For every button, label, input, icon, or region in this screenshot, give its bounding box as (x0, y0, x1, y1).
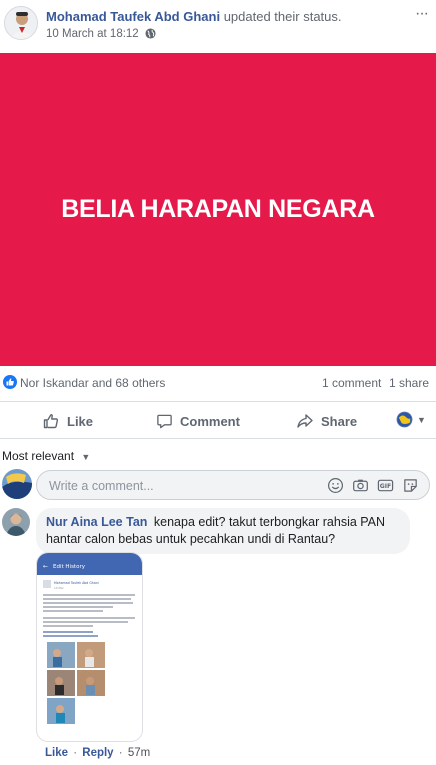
comment-sort-dropdown[interactable]: Most relevant ▼ (2, 449, 90, 463)
post-timestamp-row: 10 March at 18:12 (46, 27, 156, 43)
separator-dot: · (118, 747, 123, 759)
gif-icon[interactable]: GIF (377, 477, 394, 494)
post-header: Mohamad Taufek Abd Ghani updated their s… (0, 0, 436, 50)
comment-bubble: Nur Aina Lee Tan kenapa edit? takut terb… (36, 508, 410, 554)
comment-label: Comment (180, 413, 240, 429)
commenter-avatar[interactable] (2, 508, 30, 536)
comment-like-link[interactable]: Like (45, 747, 68, 759)
comment-composer: GIF (36, 470, 430, 500)
status-card: BELIA HARAPAN NEGARA (0, 53, 436, 366)
comment-age[interactable]: 57m (128, 747, 150, 759)
divider (0, 401, 436, 402)
sticker-icon[interactable] (402, 477, 419, 494)
current-user-avatar[interactable] (2, 469, 32, 499)
image-poster-name: Mohamad Taufek Abd Ghani (54, 581, 99, 585)
like-label: Like (67, 413, 94, 429)
camera-icon[interactable] (352, 477, 369, 494)
like-icon (43, 414, 59, 429)
emoji-icon[interactable] (327, 477, 344, 494)
comment-actions: Like · Reply · 57m (45, 747, 150, 759)
author-name[interactable]: Mohamad Taufek Abd Ghani (46, 9, 220, 24)
share-count[interactable]: 1 share (389, 376, 429, 390)
comment-attached-image[interactable]: ← Edit History Mohamad Taufek Abd Ghani … (36, 552, 143, 742)
reactions-summary: Nor Iskandar and 68 others 1 comment 1 s… (0, 374, 436, 394)
like-button[interactable]: Like (42, 403, 93, 439)
image-header-title: Edit History (53, 564, 86, 570)
comment-icon (157, 414, 172, 428)
comment-button[interactable]: Comment (156, 403, 240, 439)
more-icon[interactable]: ··· (415, 5, 429, 23)
share-button[interactable]: Share (296, 403, 357, 439)
comment-input[interactable] (47, 476, 311, 496)
divider (0, 438, 436, 439)
comment-count[interactable]: 1 comment (322, 376, 381, 390)
caret-down-icon: ▼ (417, 414, 426, 425)
audience-icon (396, 411, 413, 428)
separator-dot: · (73, 747, 78, 759)
image-poster-date: 10 Mar (54, 586, 65, 590)
sort-label: Most relevant (2, 449, 75, 463)
author-line: Mohamad Taufek Abd Ghani updated their s… (46, 9, 342, 25)
comment-reply-link[interactable]: Reply (82, 747, 113, 759)
like-reaction-icon[interactable] (3, 375, 17, 389)
post-timestamp[interactable]: 10 March at 18:12 (46, 28, 139, 40)
share-icon (297, 414, 313, 428)
post-action-text: updated their status. (223, 9, 342, 24)
svg-text:GIF: GIF (380, 483, 392, 490)
reactors-text[interactable]: Nor Iskandar and 68 others (20, 376, 165, 390)
status-text: BELIA HARAPAN NEGARA (61, 195, 375, 223)
share-label: Share (321, 413, 358, 429)
globe-icon[interactable] (145, 28, 156, 43)
svg-text:←: ← (43, 563, 48, 570)
action-bar: Like Comment Share ▼ (0, 403, 436, 439)
author-avatar[interactable] (4, 6, 38, 40)
caret-down-icon: ▼ (81, 452, 91, 462)
audience-selector[interactable]: ▼ (396, 411, 426, 428)
commenter-name[interactable]: Nur Aina Lee Tan (46, 515, 147, 529)
